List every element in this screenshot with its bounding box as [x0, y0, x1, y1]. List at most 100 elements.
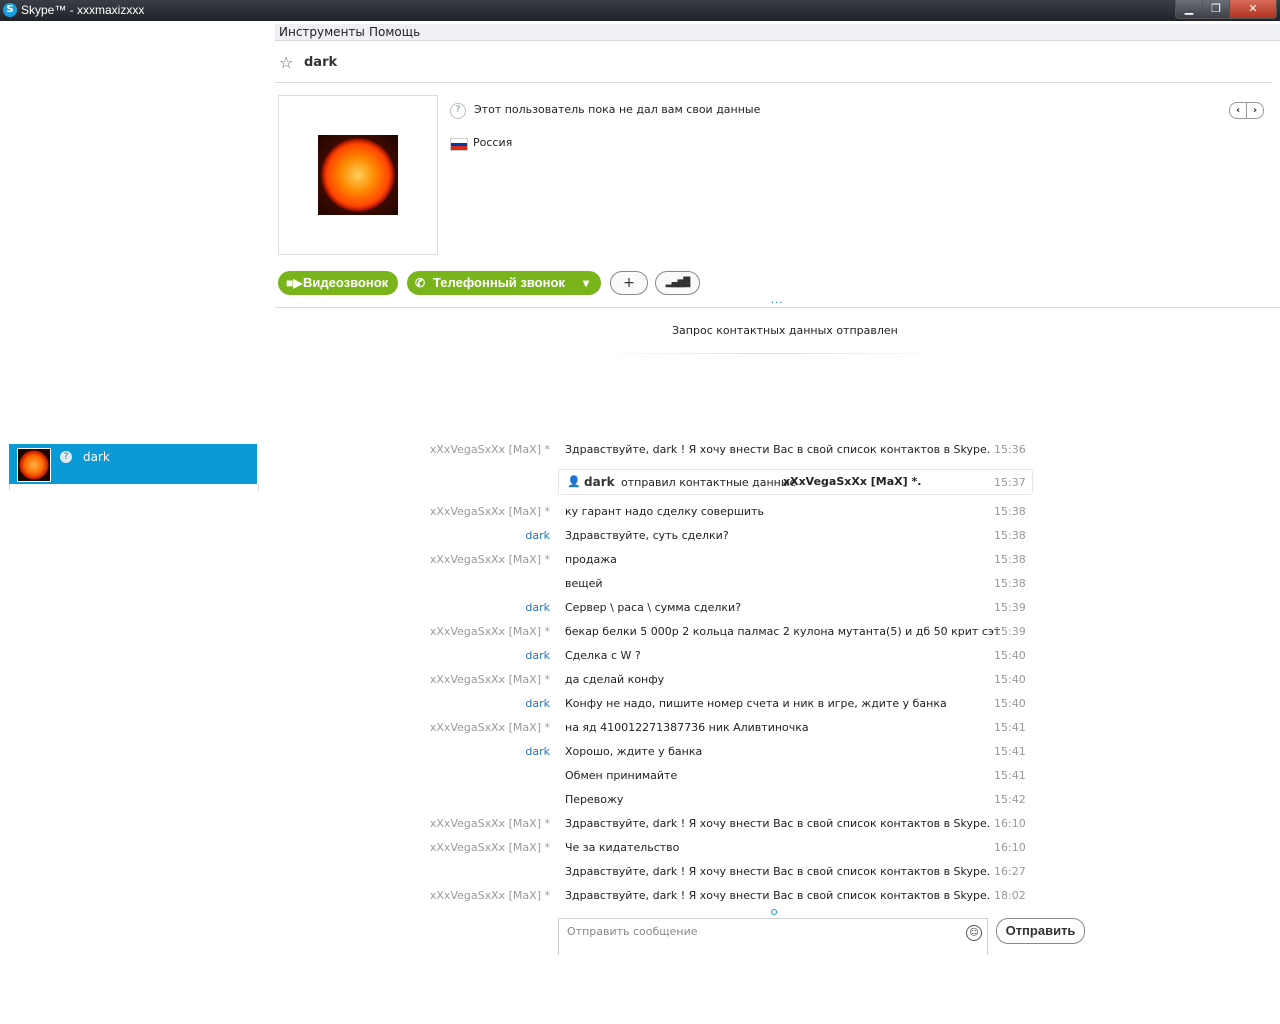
chat-message: dark Здравствуйте, суть сделки? 15:38 [0, 529, 1280, 547]
message-time: 16:10 [994, 841, 1026, 854]
message-sender[interactable]: xXxVegaSxXx [MaX] * [430, 673, 550, 686]
chat-message: xXxVegaSxXx [MaX] * бекар белки 5 000р 2 … [0, 625, 1280, 643]
menu-help[interactable]: Помощь [369, 25, 420, 39]
message-text: Перевожу [565, 793, 624, 806]
add-button[interactable]: + [610, 271, 648, 295]
message-sender[interactable]: xXxVegaSxXx [MaX] * [430, 553, 550, 566]
profile-nav: ‹ › [1229, 102, 1264, 119]
phone-call-button[interactable]: ✆ Телефонный звонок ▾ [407, 271, 601, 295]
menu-tools[interactable]: Инструменты [279, 25, 365, 39]
contact-status-note: Этот пользователь пока не дал вам свои д… [474, 103, 761, 116]
chat-message: xXxVegaSxXx [MaX] * Че за кидательство 16:… [0, 841, 1280, 859]
message-time: 15:38 [994, 505, 1026, 518]
chat-message: xXxVegaSxXx [MaX] * Здравствуйте, dark ! … [0, 889, 1280, 907]
video-call-button[interactable]: ■▶ Видеозвонок [278, 271, 398, 295]
emoticon-icon[interactable]: ☺ [966, 925, 982, 941]
chevron-right-icon[interactable]: › [1246, 103, 1263, 118]
message-input[interactable]: Отправить сообщение [558, 918, 988, 955]
send-button[interactable]: Отправить [996, 918, 1085, 944]
message-time: 15:39 [994, 625, 1026, 638]
contact-request-notice: Запрос контактных данных отправлен [672, 324, 898, 337]
message-text: Сервер \ раса \ сумма сделки? [565, 601, 742, 614]
chat-message: xXxVegaSxXx [MaX] * на яд 410012271387736… [0, 721, 1280, 739]
message-text: вещей [565, 577, 603, 590]
chat-message: xXxVegaSxXx [MaX] * Здравствуйте, dark ! … [0, 817, 1280, 835]
divider [596, 353, 946, 354]
chat-message: dark Сделка с W ? 15:40 [0, 649, 1280, 667]
message-sender[interactable]: dark [525, 601, 550, 614]
more-dots[interactable]: ... [771, 295, 784, 306]
menu-bar: Инструменты Помощь [275, 24, 1280, 41]
title-bar: S Skype™ - xxxmaxizxxx ▁ ❐ ✕ [0, 0, 1280, 21]
chat-message: Обмен принимайте 15:41 [0, 769, 1280, 787]
call-quality-icon[interactable]: ▂▄▆█ [655, 271, 700, 295]
message-time: 16:10 [994, 817, 1026, 830]
message-time: 15:41 [994, 745, 1026, 758]
message-text: Обмен принимайте [565, 769, 678, 782]
chat-message: Здравствуйте, dark ! Я хочу внести Вас в… [0, 865, 1280, 883]
system-message-target: xXxVegaSxXx [MaX] *. [783, 475, 922, 488]
unknown-status-icon: ? [450, 103, 466, 119]
chat-message: xXxVegaSxXx [MaX] * ку гарант надо сделку… [0, 505, 1280, 523]
message-sender[interactable]: xXxVegaSxXx [MaX] * [430, 625, 550, 638]
maximize-button[interactable]: ❐ [1202, 0, 1230, 19]
favorite-star-icon[interactable]: ☆ [279, 53, 293, 72]
message-text: Здравствуйте, суть сделки? [565, 529, 729, 542]
message-sender[interactable]: dark [525, 529, 550, 542]
message-time: 15:38 [994, 553, 1026, 566]
chat-message: xXxVegaSxXx [MaX] * продажа 15:38 [0, 553, 1280, 571]
message-sender[interactable]: xXxVegaSxXx [MaX] * [430, 817, 550, 830]
message-text: Здравствуйте, dark ! Я хочу внести Вас в… [565, 865, 991, 878]
message-time: 15:39 [994, 601, 1026, 614]
profile-picture [318, 135, 398, 215]
profile-picture-frame [278, 95, 438, 255]
message-sender[interactable]: xXxVegaSxXx [MaX] * [430, 841, 550, 854]
message-time: 15:41 [994, 769, 1026, 782]
system-message-name: dark [584, 475, 615, 489]
chat-message: dark Сервер \ раса \ сумма сделки? 15:39 [0, 601, 1280, 619]
message-time: 15:40 [994, 673, 1026, 686]
chat-message: вещей 15:38 [0, 577, 1280, 595]
chat-message: xXxVegaSxXx [MaX] * да сделай конфу 15:40 [0, 673, 1280, 691]
message-sender[interactable]: dark [525, 697, 550, 710]
message-text: Сделка с W ? [565, 649, 641, 662]
video-call-label: Видеозвонок [303, 275, 389, 290]
skype-logo-icon: S [3, 3, 17, 17]
message-text: да сделай конфу [565, 673, 665, 686]
phone-call-label: Телефонный звонок [433, 275, 565, 290]
chevron-down-icon[interactable]: ▾ [583, 271, 589, 295]
message-time: 15:38 [994, 529, 1026, 542]
message-time: 15:42 [994, 793, 1026, 806]
message-text: Хорошо, ждите у банка [565, 745, 703, 758]
message-sender[interactable]: dark [525, 745, 550, 758]
typing-indicator [771, 909, 777, 915]
message-sender[interactable]: xXxVegaSxXx [MaX] * [430, 443, 550, 456]
message-time: 15:40 [994, 697, 1026, 710]
minimize-button[interactable]: ▁ [1175, 0, 1203, 19]
message-sender[interactable]: xXxVegaSxXx [MaX] * [430, 889, 550, 902]
message-text: продажа [565, 553, 617, 566]
message-sender[interactable]: xXxVegaSxXx [MaX] * [430, 505, 550, 518]
message-time: 15:38 [994, 577, 1026, 590]
chat-message: xXxVegaSxXx [MaX] * Здравствуйте, dark ! … [0, 443, 1280, 461]
sidebar-divider [9, 484, 259, 491]
system-message-time: 15:37 [994, 476, 1026, 489]
message-text: Здравствуйте, dark ! Я хочу внести Вас в… [565, 817, 991, 830]
divider [275, 307, 1280, 308]
contact-country: Россия [473, 136, 513, 149]
contact-name-header: dark [304, 55, 338, 70]
message-time: 15:40 [994, 649, 1026, 662]
system-message: 👤 dark отправил контактные данные xXxVeg… [558, 469, 1033, 495]
person-icon: 👤 [567, 475, 581, 488]
message-text: бекар белки 5 000р 2 кольца палмас 2 кул… [565, 625, 1001, 638]
window-title: Skype™ - xxxmaxizxxx [21, 3, 145, 17]
message-time: 18:02 [994, 889, 1026, 902]
russia-flag-icon [450, 138, 468, 151]
chevron-left-icon[interactable]: ‹ [1230, 103, 1246, 118]
divider [275, 82, 1272, 83]
chat-message: dark Конфу не надо, пишите номер счета и … [0, 697, 1280, 715]
message-sender[interactable]: xXxVegaSxXx [MaX] * [430, 721, 550, 734]
close-button[interactable]: ✕ [1229, 0, 1277, 19]
system-message-text: отправил контактные данные [621, 476, 797, 489]
message-sender[interactable]: dark [525, 649, 550, 662]
